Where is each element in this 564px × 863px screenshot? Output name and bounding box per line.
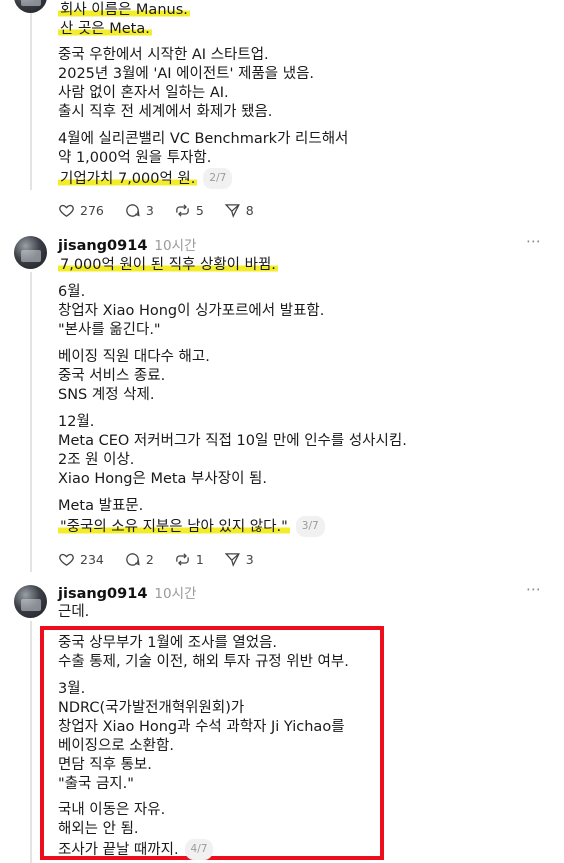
thread-feed: 회사 이름은 Manus. 산 곳은 Meta. 중국 우한에서 시작한 AI … <box>0 0 564 863</box>
post-text-line: NDRC(국가발전개혁위원회)가 <box>58 700 245 716</box>
post-text-line: SNS 계정 삭제. <box>58 387 155 403</box>
post-text-line: Meta 발표문. <box>58 498 144 514</box>
share-icon <box>224 552 240 567</box>
post-text-line: 출시 직후 전 세계에서 화제가 됐음. <box>58 104 273 120</box>
post-text-line: 사람 없이 혼자서 일하는 AI. <box>58 85 229 101</box>
heart-icon <box>59 553 74 566</box>
repost-button[interactable]: 5 <box>174 202 204 219</box>
like-count: 276 <box>80 202 104 218</box>
heart-icon <box>59 204 74 217</box>
post-text-line: 기업가치 7,000억 원. 2/7 <box>58 168 233 189</box>
more-options-icon[interactable]: ⋯ <box>526 232 542 250</box>
repost-icon <box>176 552 189 566</box>
post-text-line: 7,000억 원이 된 직후 상황이 바뀜. <box>58 257 278 273</box>
page-indicator: 2/7 <box>203 168 233 189</box>
share-count: 3 <box>245 551 254 567</box>
post-text-line: 회사 이름은 Manus. <box>58 2 190 18</box>
post-actions: 276 3 5 8 <box>58 200 274 220</box>
timestamp: 10시간 <box>154 238 197 254</box>
username[interactable]: jisang0914 <box>58 586 147 602</box>
post-text-line: 중국 우한에서 시작한 AI 스타트업. <box>58 47 269 63</box>
post-header: jisang0914 10시간 <box>58 582 196 602</box>
post-text-line: Meta CEO 저커버그가 직접 10일 만에 인수를 성사시킴. <box>58 433 407 449</box>
thread-connector <box>30 272 32 572</box>
share-button[interactable]: 8 <box>224 202 254 219</box>
more-options-icon[interactable]: ⋯ <box>526 580 542 598</box>
post-text-line: 산 곳은 Meta. <box>58 21 152 37</box>
comment-button[interactable]: 3 <box>124 202 154 219</box>
post-text-line: "출국 금지." <box>58 776 134 792</box>
post-text-line: 중국 상무부가 1월에 조사를 열었음. <box>58 635 278 651</box>
avatar[interactable] <box>14 585 47 618</box>
post-text-line: 중국 서비스 종료. <box>58 368 166 384</box>
post-text-line: 조사가 끝날 때까지. 4/7 <box>58 839 214 860</box>
post-actions: 234 2 1 3 <box>58 549 274 569</box>
post-text-line: 2조 원 이상. <box>58 452 135 468</box>
post-text-line: 수출 통제, 기술 이전, 해외 투자 규정 위반 여부. <box>58 654 349 670</box>
share-count: 8 <box>245 202 254 218</box>
repost-button[interactable]: 1 <box>174 551 204 568</box>
repost-count: 5 <box>195 202 204 218</box>
page-indicator: 3/7 <box>295 516 325 537</box>
thread-connector <box>30 621 32 863</box>
comment-count: 3 <box>145 202 154 218</box>
post-text-line: Xiao Hong은 Meta 부사장이 됨. <box>58 471 267 487</box>
like-button[interactable]: 276 <box>58 202 104 219</box>
comment-icon <box>126 552 140 566</box>
post-text-line: "본사를 옮긴다." <box>58 322 161 338</box>
comment-button[interactable]: 2 <box>124 551 154 568</box>
post-text-line: 약 1,000억 원을 투자함. <box>58 150 212 166</box>
repost-count: 1 <box>195 551 204 567</box>
avatar[interactable] <box>14 0 47 13</box>
post-text-line: 2025년 3월에 'AI 에이전트' 제품을 냈음. <box>58 66 315 82</box>
comment-count: 2 <box>145 551 154 567</box>
post-header: jisang0914 10시간 <box>58 234 196 254</box>
timestamp: 10시간 <box>154 586 197 602</box>
like-count: 234 <box>80 551 104 567</box>
comment-icon <box>126 203 140 217</box>
share-button[interactable]: 3 <box>224 551 254 568</box>
post-text-line: 12월. <box>58 414 95 430</box>
page-indicator: 4/7 <box>184 839 214 860</box>
post-text-line: 국내 이동은 자유. <box>58 802 166 818</box>
post-text-line: 4월에 실리콘밸리 VC Benchmark가 리드해서 <box>58 131 349 147</box>
post-text-line: 베이징으로 소환함. <box>58 738 174 754</box>
username[interactable]: jisang0914 <box>58 238 147 254</box>
share-icon <box>224 203 240 218</box>
post-text-line: 6월. <box>58 284 86 300</box>
repost-icon <box>176 203 189 217</box>
post-text-line: "중국의 소유 지분은 남아 있지 않다." 3/7 <box>58 516 325 537</box>
post-text-line: 3월. <box>58 681 86 697</box>
post-text-line: 해외는 안 됨. <box>58 821 139 837</box>
thread-connector <box>30 0 32 190</box>
post-text-line: 베이징 직원 대다수 해고. <box>58 349 210 365</box>
post-text-line: 창업자 Xiao Hong과 수석 과학자 Ji Yichao를 <box>58 719 345 735</box>
avatar[interactable] <box>14 236 47 269</box>
post-text-line: 면담 직후 통보. <box>58 757 152 773</box>
post-text-line: 창업자 Xiao Hong이 싱가포르에서 발표함. <box>58 303 325 319</box>
post-text-line: 근데. <box>58 604 90 620</box>
like-button[interactable]: 234 <box>58 551 104 568</box>
